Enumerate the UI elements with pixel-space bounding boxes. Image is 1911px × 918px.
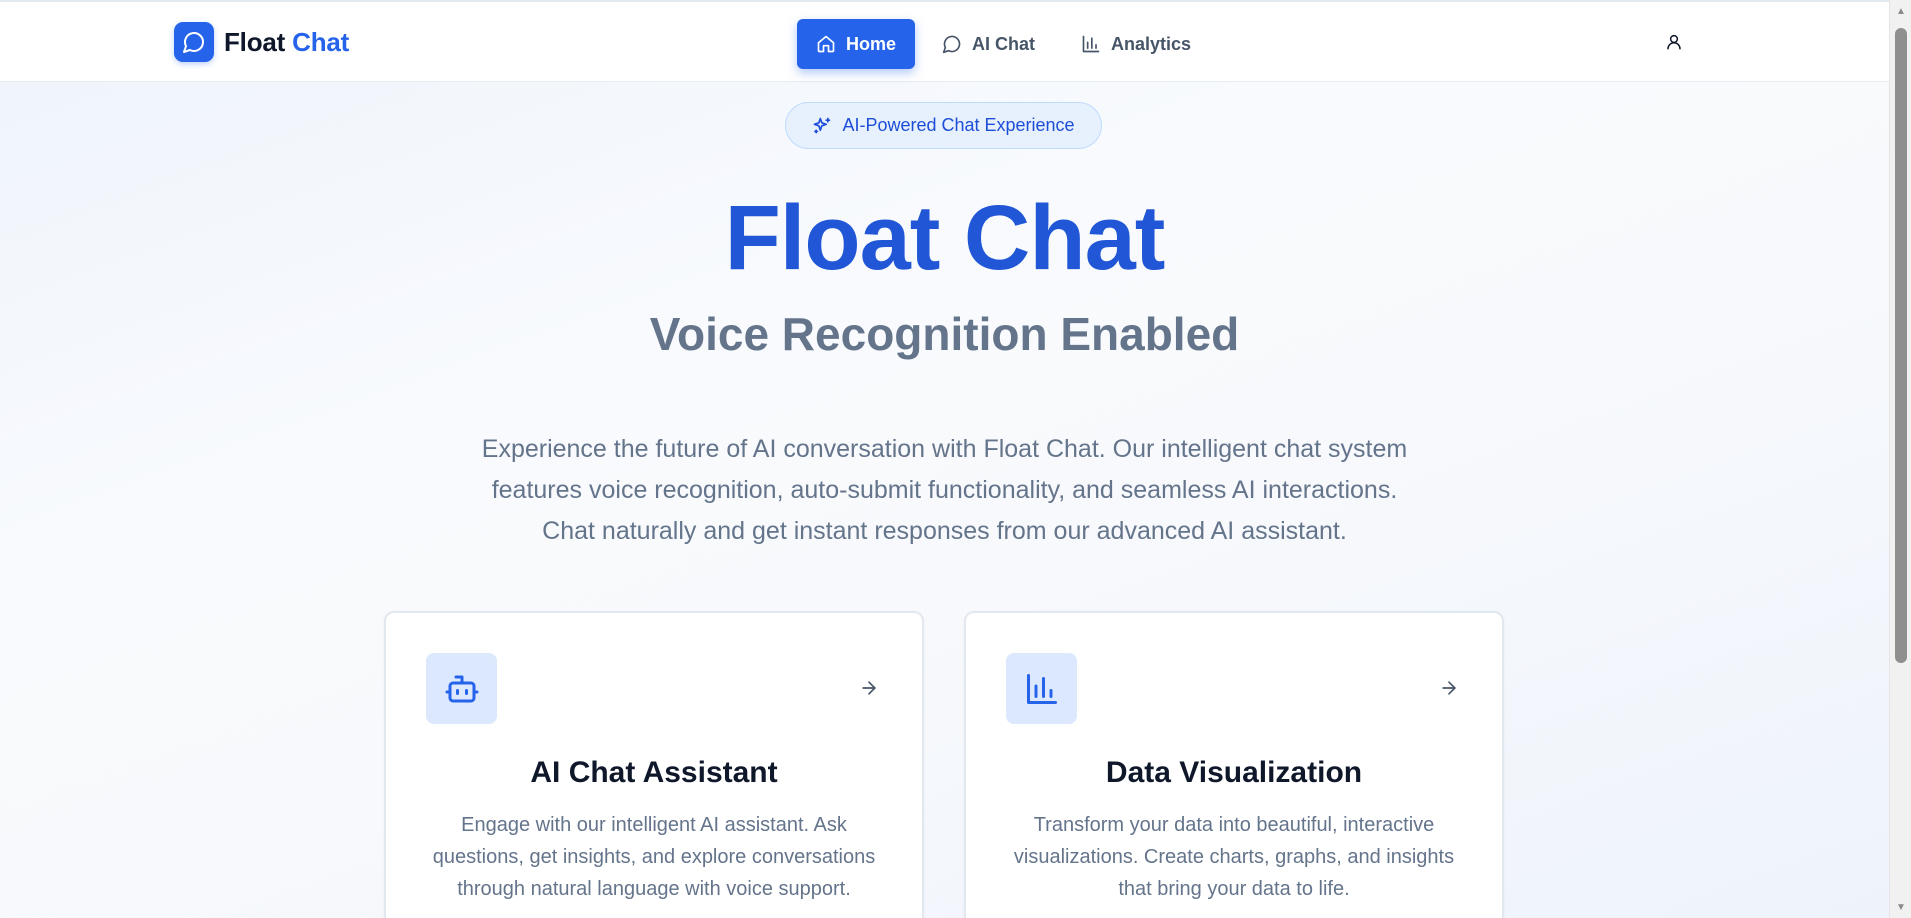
brand-name-main: Float [224,26,286,57]
ai-powered-badge: AI-Powered Chat Experience [785,102,1102,149]
feature-card-title: Data Visualization [1105,756,1363,789]
page-scrollbar[interactable]: ▲ ▼ [1889,0,1911,918]
feature-card-description-line: Transform your data into beautiful, inte… [1033,814,1435,836]
nav-item-home[interactable]: Home [797,19,916,69]
feature-card-description-line: visualizations. Create charts, graphs, a… [1013,846,1455,868]
feature-card-ai-chat[interactable]: AI Chat Assistant Engage with our intell… [384,611,924,918]
hero-description-line: Experience the future of AI conversation… [481,435,1408,463]
scroll-up-arrow-icon[interactable]: ▲ [1890,2,1911,20]
arrow-right-icon[interactable] [858,677,880,699]
user-icon [1667,34,1681,50]
nav-item-analytics[interactable]: Analytics [1062,19,1210,69]
nav-item-label: Home [846,33,897,54]
page-title: Float Chat [724,187,1166,289]
page-subtitle: Voice Recognition Enabled [649,308,1240,360]
nav-item-label: Analytics [1111,33,1192,54]
feature-card-data-visualization[interactable]: Data Visualization Transform your data i… [964,611,1504,918]
sparkles-icon [814,117,831,133]
feature-card-title: AI Chat Assistant [530,756,778,789]
scrollbar-thumb[interactable] [1895,28,1907,663]
bot-icon [426,653,497,724]
feature-card-description-line: that bring your data to life. [1118,878,1350,900]
feature-card-description-line: Engage with our intelligent AI assistant… [461,814,847,836]
bar-chart-icon [1006,653,1077,724]
chat-bubble-icon [942,35,961,54]
brand-name-accent: Chat [292,26,350,57]
brand-logo-link[interactable]: Float Chat [174,22,349,62]
feature-card-description: Engage with our intelligent AI assistant… [426,809,882,905]
user-account-button[interactable] [1661,29,1687,55]
nav-item-label: AI Chat [972,33,1036,54]
brand-name: Float Chat [224,27,349,58]
feature-card-description-line: through natural language with voice supp… [457,878,851,900]
arrow-right-icon[interactable] [1438,677,1460,699]
chat-bubble-icon [174,22,214,62]
scroll-down-arrow-icon[interactable]: ▼ [1890,898,1911,916]
hero-description-line: Chat naturally and get instant responses… [542,517,1347,545]
hero-description: Experience the future of AI conversation… [420,429,1469,552]
bar-chart-icon [1082,35,1100,53]
hero-description-line: features voice recognition, auto-submit … [491,476,1398,504]
nav-item-ai-chat[interactable]: AI Chat [923,19,1054,69]
badge-label: AI-Powered Chat Experience [842,115,1075,135]
top-navbar: Float Chat Home AI Chat Analytics [0,0,1889,82]
feature-card-description: Transform your data into beautiful, inte… [1006,809,1462,905]
feature-card-description-line: questions, get insights, and explore con… [432,846,876,868]
home-icon [817,35,835,53]
main-nav: Home AI Chat Analytics [797,19,1210,69]
